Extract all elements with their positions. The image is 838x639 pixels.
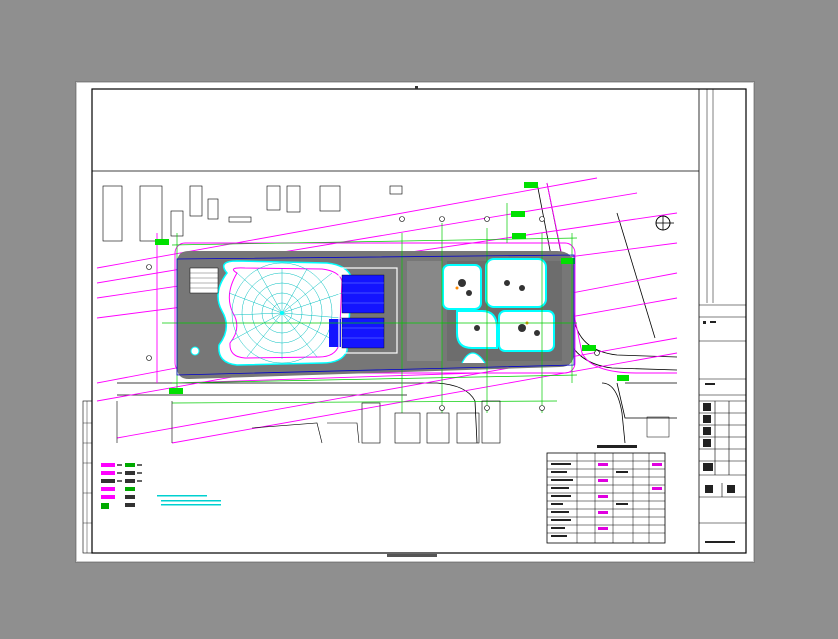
drawing-sheet [76, 82, 754, 562]
schedule-table [546, 445, 666, 544]
footer-mark [387, 554, 437, 557]
cyan-note [157, 495, 221, 506]
radial-plaza [217, 260, 353, 366]
legend [101, 463, 142, 509]
context-buildings [102, 185, 403, 242]
far-right-building [646, 416, 670, 438]
header-mark [415, 86, 418, 89]
title-block-marks [703, 321, 735, 543]
site-plan-drawing[interactable] [77, 83, 753, 561]
north-arrow-icon [655, 215, 674, 231]
margin-strip [82, 400, 93, 554]
margin-strip-lines [83, 401, 92, 553]
